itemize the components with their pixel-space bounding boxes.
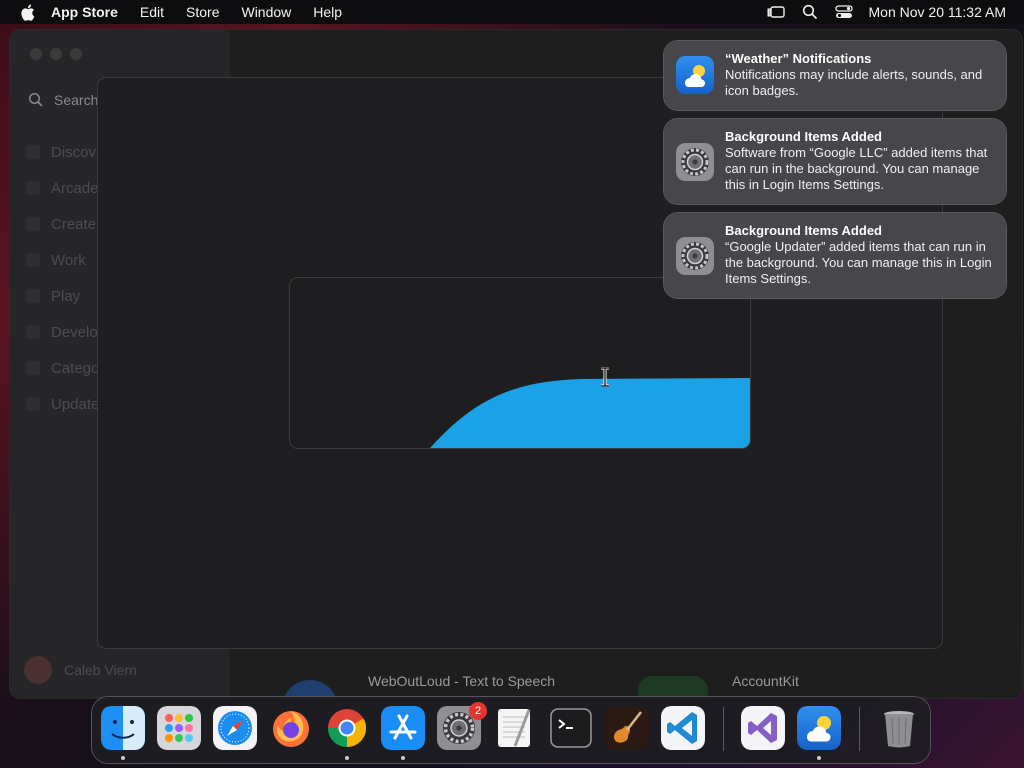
close-button[interactable] <box>30 48 42 60</box>
brush-icon <box>26 217 40 231</box>
finder-icon[interactable] <box>101 706 145 750</box>
menu-bar-clock[interactable]: Mon Nov 20 11:32 AM <box>869 4 1006 20</box>
spotlight-search-icon[interactable] <box>801 3 819 21</box>
minimize-button[interactable] <box>50 48 62 60</box>
download-icon <box>26 397 40 411</box>
weather-icon[interactable] <box>797 706 841 750</box>
garageband-icon[interactable] <box>605 706 649 750</box>
notification-body: Notifications may include alerts, sounds… <box>725 67 983 98</box>
running-indicator <box>121 756 125 760</box>
notification-title: Background Items Added <box>725 223 882 238</box>
account-name: Caleb Viern <box>64 662 137 678</box>
gear-icon <box>676 237 714 275</box>
system-settings-dock-item[interactable]: 2 <box>437 702 487 750</box>
notification-background-items-google-llc[interactable]: Background Items Added Software from “Go… <box>664 119 1006 204</box>
text-cursor-icon <box>601 367 609 387</box>
control-center-icon[interactable] <box>834 3 853 21</box>
search-placeholder: Search <box>54 92 99 108</box>
paperplane-icon <box>26 253 40 267</box>
notification-body: “Google Updater” added items that can ru… <box>725 239 992 286</box>
visual-studio-icon[interactable] <box>741 706 785 750</box>
apple-menu-icon[interactable] <box>19 3 35 21</box>
menu-help[interactable]: Help <box>313 4 342 20</box>
grid-icon <box>26 361 40 375</box>
menu-bar: App Store Edit Store Window Help Mon Nov… <box>0 0 1024 24</box>
app-icon-accountkit[interactable] <box>638 676 708 698</box>
dock-separator <box>723 707 724 751</box>
notification-weather[interactable]: “Weather” Notifications Notifications ma… <box>664 41 1006 110</box>
rocket-icon <box>26 289 40 303</box>
trash-icon[interactable] <box>877 706 921 750</box>
notification-title: “Weather” Notifications <box>725 51 872 66</box>
terminal-icon[interactable] <box>549 706 593 750</box>
chrome-icon[interactable] <box>325 706 369 750</box>
window-controls <box>30 48 90 60</box>
notification-body: Software from “Google LLC” added items t… <box>725 145 988 192</box>
launchpad-icon[interactable] <box>157 706 201 750</box>
arcade-icon <box>26 181 40 195</box>
gear-icon <box>676 143 714 181</box>
safari-icon[interactable] <box>213 706 257 750</box>
dock: 2 <box>92 697 930 763</box>
menu-edit[interactable]: Edit <box>140 4 164 20</box>
account-button[interactable]: Caleb Viern <box>24 656 137 684</box>
weather-app-icon <box>676 56 714 94</box>
app-title-accountkit[interactable]: AccountKit <box>732 673 799 689</box>
app-icon-webout[interactable] <box>282 680 338 698</box>
app-store-icon[interactable] <box>381 706 425 750</box>
notification-background-items-google-updater[interactable]: Background Items Added “Google Updater” … <box>664 213 1006 298</box>
sidebar-item-label: Play <box>51 287 81 305</box>
app-title-webout[interactable]: WebOutLoud - Text to Speech <box>368 673 555 689</box>
sidebar-item-label: Work <box>51 251 86 269</box>
vscode-icon[interactable] <box>661 706 705 750</box>
sidebar-item-label: Arcade <box>51 179 99 197</box>
dock-separator <box>859 707 860 751</box>
textedit-icon[interactable] <box>493 706 537 750</box>
sidebar-item-label: Create <box>51 215 97 233</box>
zoom-button[interactable] <box>70 48 82 60</box>
running-indicator <box>345 756 349 760</box>
menu-window[interactable]: Window <box>241 4 291 20</box>
firefox-icon[interactable] <box>269 706 313 750</box>
menu-store[interactable]: Store <box>186 4 219 20</box>
loading-panel <box>290 278 750 448</box>
menu-app-store[interactable]: App Store <box>51 4 118 20</box>
running-indicator <box>817 756 821 760</box>
running-indicator <box>401 756 405 760</box>
notification-title: Background Items Added <box>725 129 882 144</box>
star-icon <box>26 145 40 159</box>
search-icon <box>28 92 43 107</box>
hammer-icon <box>26 325 40 339</box>
blue-wave-graphic <box>430 378 750 448</box>
stage-manager-icon[interactable] <box>767 3 785 21</box>
notification-badge: 2 <box>469 702 487 720</box>
avatar <box>24 656 52 684</box>
